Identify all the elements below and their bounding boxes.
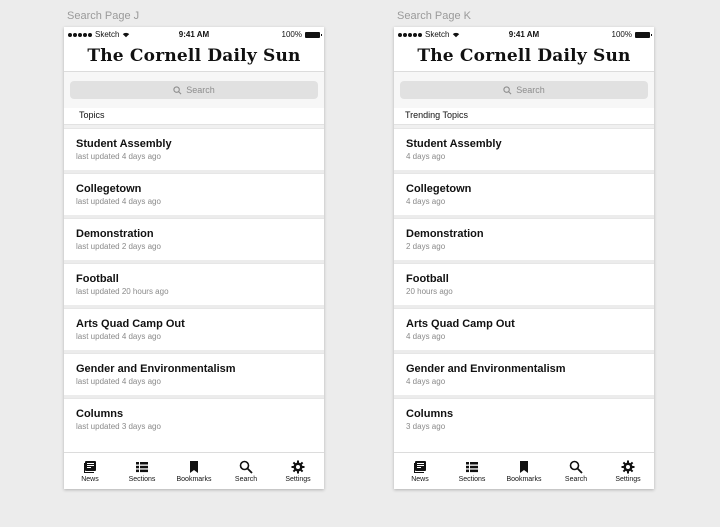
sections-icon [466, 461, 478, 472]
status-bar: Sketch 9:41 AM 100% [64, 27, 324, 43]
news-icon [414, 460, 426, 473]
topic-row[interactable]: Gender and Environmentalism last updated … [64, 353, 324, 395]
bookmark-icon [190, 460, 198, 473]
tab-news[interactable]: News [394, 453, 446, 489]
topic-title: Gender and Environmentalism [406, 362, 566, 375]
topic-updated: 4 days ago [406, 151, 446, 161]
tab-news[interactable]: News [64, 453, 116, 489]
topic-title: Collegetown [76, 182, 142, 195]
gear-icon [291, 460, 305, 473]
search-icon [239, 460, 253, 474]
topic-updated: last updated 20 hours ago [76, 286, 169, 296]
status-bar: Sketch 9:41 AM 100% [394, 27, 654, 43]
tab-label: News [81, 475, 99, 483]
sections-icon [136, 461, 148, 472]
phone-screen-k: Sketch 9:41 AM 100% The Cornell Daily Su… [394, 27, 654, 489]
artboard-label-k: Search Page K [397, 10, 471, 22]
masthead-logo: The Cornell Daily Sun [64, 43, 324, 72]
tab-search[interactable]: Search [220, 453, 272, 489]
topic-title: Collegetown [406, 182, 472, 195]
topic-row[interactable]: Columns 3 days ago [394, 398, 654, 440]
search-placeholder: Search [186, 85, 215, 95]
topic-title: Demonstration [406, 227, 484, 240]
tab-label: Bookmarks [176, 475, 212, 483]
topic-updated: last updated 4 days ago [76, 376, 161, 386]
topic-title: Columns [76, 407, 124, 420]
topic-updated: last updated 4 days ago [76, 196, 161, 206]
tab-settings[interactable]: Settings [602, 453, 654, 489]
tab-bar: News Sections Bookmarks Search Settings [394, 452, 654, 489]
phone-screen-j: Sketch 9:41 AM 100% The Cornell Daily Su… [64, 27, 324, 489]
topic-row[interactable]: Student Assembly last updated 4 days ago [64, 128, 324, 170]
tab-label: Sections [458, 475, 486, 483]
tab-label: Bookmarks [506, 475, 542, 483]
section-title: Trending Topics [394, 108, 654, 125]
topic-row[interactable]: Collegetown 4 days ago [394, 173, 654, 215]
topic-updated: 20 hours ago [406, 286, 453, 296]
topic-title: Football [406, 272, 449, 285]
battery-icon [305, 31, 322, 38]
news-icon [84, 460, 96, 473]
tab-search[interactable]: Search [550, 453, 602, 489]
search-placeholder: Search [516, 85, 545, 95]
topic-title: Arts Quad Camp Out [406, 317, 515, 330]
topic-row[interactable]: Demonstration last updated 2 days ago [64, 218, 324, 260]
tab-sections[interactable]: Sections [446, 453, 498, 489]
search-input[interactable]: Search [400, 81, 648, 99]
topic-title: Student Assembly [76, 137, 172, 150]
topic-updated: last updated 4 days ago [76, 151, 161, 161]
tab-label: Search [234, 475, 258, 483]
topic-row[interactable]: Gender and Environmentalism 4 days ago [394, 353, 654, 395]
topic-title: Columns [406, 407, 454, 420]
tab-sections[interactable]: Sections [116, 453, 168, 489]
tab-label: News [411, 475, 429, 483]
masthead-logo: The Cornell Daily Sun [394, 43, 654, 72]
bookmark-icon [520, 460, 528, 473]
topic-updated: 4 days ago [406, 196, 446, 206]
search-icon [503, 85, 512, 94]
tab-label: Settings [615, 475, 641, 483]
topic-row[interactable]: Arts Quad Camp Out 4 days ago [394, 308, 654, 350]
tab-bookmarks[interactable]: Bookmarks [498, 453, 550, 489]
topic-updated: 4 days ago [406, 376, 446, 386]
tab-label: Search [564, 475, 588, 483]
topic-title: Football [76, 272, 119, 285]
section-title: Topics [64, 108, 324, 125]
tab-bar: News Sections Bookmarks Search Settings [64, 452, 324, 489]
topic-row[interactable]: Columns last updated 3 days ago [64, 398, 324, 440]
tab-label: Settings [285, 475, 311, 483]
topic-updated: last updated 4 days ago [76, 331, 161, 341]
tab-label: Sections [128, 475, 156, 483]
search-input[interactable]: Search [70, 81, 318, 99]
topic-updated: last updated 3 days ago [76, 421, 161, 431]
topic-row[interactable]: Demonstration 2 days ago [394, 218, 654, 260]
topic-title: Gender and Environmentalism [76, 362, 236, 375]
topic-title: Student Assembly [406, 137, 502, 150]
tab-bookmarks[interactable]: Bookmarks [168, 453, 220, 489]
artboard-label-j: Search Page J [67, 10, 140, 22]
battery-percent: 100% [611, 30, 632, 39]
topic-title: Arts Quad Camp Out [76, 317, 185, 330]
topic-row[interactable]: Arts Quad Camp Out last updated 4 days ag… [64, 308, 324, 350]
gear-icon [621, 460, 635, 473]
topic-updated: 4 days ago [406, 331, 446, 341]
topic-updated: 2 days ago [406, 241, 446, 251]
topic-row[interactable]: Student Assembly 4 days ago [394, 128, 654, 170]
topic-updated: 3 days ago [406, 421, 446, 431]
topic-updated: last updated 2 days ago [76, 241, 161, 251]
tab-settings[interactable]: Settings [272, 453, 324, 489]
search-icon [173, 85, 182, 94]
battery-percent: 100% [281, 30, 302, 39]
battery-icon [635, 31, 652, 38]
topic-row[interactable]: Football last updated 20 hours ago [64, 263, 324, 305]
topic-row[interactable]: Collegetown last updated 4 days ago [64, 173, 324, 215]
topic-title: Demonstration [76, 227, 154, 240]
topic-row[interactable]: Football 20 hours ago [394, 263, 654, 305]
search-icon [569, 460, 583, 474]
